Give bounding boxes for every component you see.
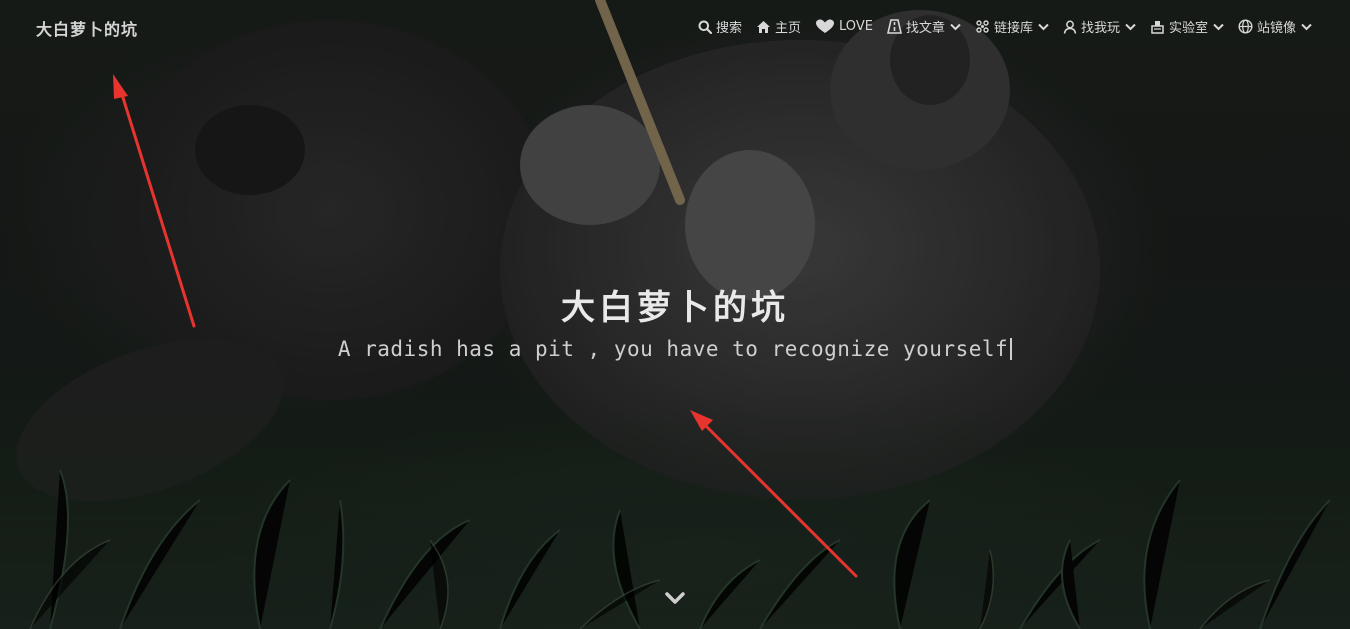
chevron-down-icon <box>950 23 961 30</box>
nav-label: 链接库 <box>993 21 1033 36</box>
globe-icon <box>1238 19 1253 34</box>
user-icon <box>1063 20 1077 34</box>
heart-icon <box>816 19 835 33</box>
nav-label: 实验室 <box>1168 21 1208 36</box>
search-icon <box>698 20 712 34</box>
cluster-icon <box>976 20 989 33</box>
main-nav: 搜索 主页 LOVE 找文章 链接库 找我玩 实验室 站镜像 <box>698 17 1312 36</box>
road-icon <box>886 19 902 34</box>
nav-item-love[interactable]: LOVE <box>815 19 873 34</box>
nav-item-lab[interactable]: 实验室 <box>1150 17 1224 36</box>
hero-subtitle-wrap: A radish has a pit , you have to recogni… <box>0 337 1350 361</box>
nav-item-home[interactable]: 主页 <box>756 17 801 36</box>
hero-section: 大白萝卜的坑 搜索 主页 LOVE 找文章 链接库 找我玩 实验室 站镜像 大白… <box>0 0 1350 629</box>
chevron-down-icon[interactable] <box>664 590 686 608</box>
nav-item-mirror[interactable]: 站镜像 <box>1238 17 1312 36</box>
nav-label: 站镜像 <box>1256 21 1296 36</box>
nav-item-search[interactable]: 搜索 <box>698 17 742 36</box>
nav-label: 找我玩 <box>1080 21 1120 36</box>
nav-item-contact[interactable]: 找我玩 <box>1063 17 1136 36</box>
hero-subtitle: A radish has a pit , you have to recogni… <box>337 337 1009 361</box>
nav-label: 搜索 <box>716 21 743 36</box>
chevron-down-icon <box>1213 23 1224 30</box>
nav-item-articles[interactable]: 找文章 <box>886 17 961 36</box>
nav-label: 找文章 <box>905 21 945 36</box>
hero-title: 大白萝卜的坑 <box>561 288 789 328</box>
nav-label: 主页 <box>775 21 802 36</box>
typing-cursor <box>1010 338 1013 360</box>
chevron-down-icon <box>1125 23 1136 30</box>
home-icon <box>757 20 771 33</box>
site-logo-link[interactable]: 大白萝卜的坑 <box>36 16 138 40</box>
nav-label: LOVE <box>839 19 873 34</box>
nav-item-links[interactable]: 链接库 <box>975 17 1049 36</box>
chevron-down-icon <box>1301 23 1312 30</box>
lab-icon <box>1151 21 1164 34</box>
chevron-down-icon <box>1038 23 1049 30</box>
